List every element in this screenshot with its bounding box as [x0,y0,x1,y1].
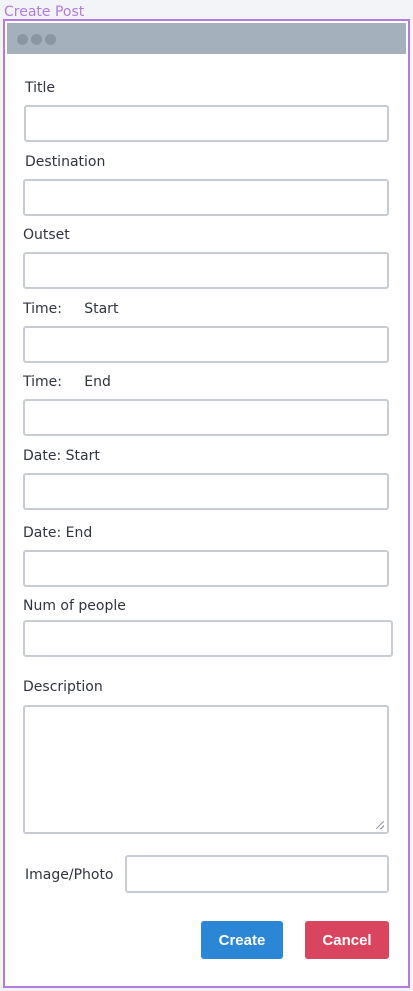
outset-input[interactable] [23,252,389,289]
date-end-input[interactable] [23,550,389,587]
resize-grip-icon[interactable] [376,821,384,829]
create-button[interactable]: Create [201,921,283,959]
destination-input[interactable] [23,179,389,216]
date-start-label: Date: Start [23,448,100,464]
outset-label: Outset [23,227,70,243]
cancel-button[interactable]: Cancel [305,921,389,959]
window-dot-icon [31,34,42,45]
time-end-input[interactable] [23,399,389,436]
num-people-input[interactable] [23,620,393,657]
date-end-label: Date: End [23,525,93,541]
destination-label: Destination [25,154,106,170]
time-end-label: Time: End [23,374,111,390]
time-start-label: Time: Start [23,301,119,317]
image-photo-input[interactable] [125,855,389,893]
time-start-input[interactable] [23,326,389,363]
window-dot-icon [45,34,56,45]
title-input[interactable] [24,105,389,142]
date-start-input[interactable] [23,473,389,510]
description-textarea[interactable] [23,705,389,834]
create-post-window: Title Destination Outset Time: Start Tim… [3,19,410,988]
window-titlebar [7,23,406,54]
image-photo-label: Image/Photo [25,867,114,883]
title-label: Title [25,80,56,96]
description-label: Description [23,679,103,695]
num-people-label: Num of people [23,598,126,614]
window-dot-icon [17,34,28,45]
